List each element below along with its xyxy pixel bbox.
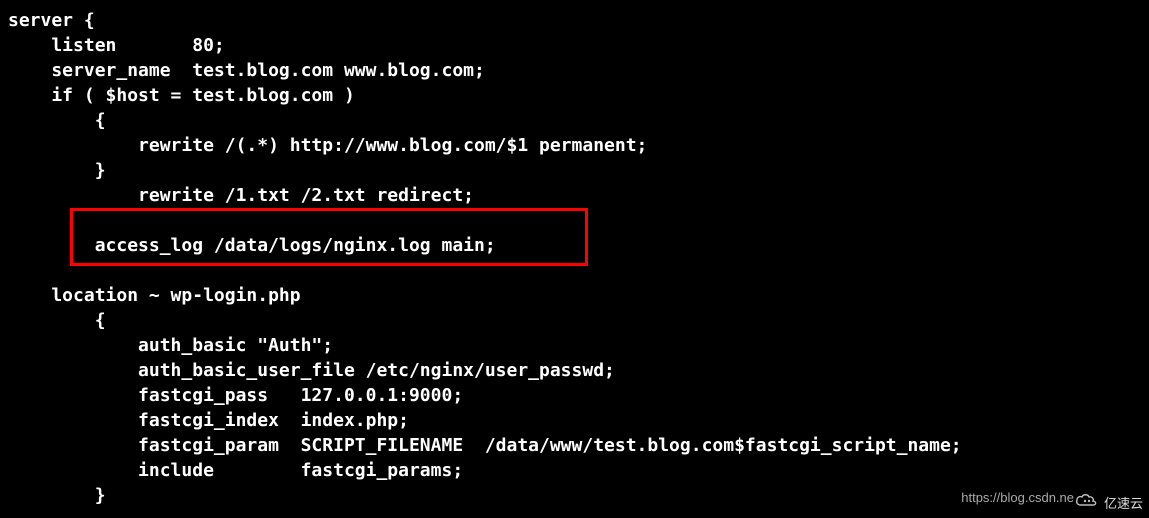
cloud-icon bbox=[1074, 491, 1100, 516]
watermark-brand: 亿速云 bbox=[1104, 491, 1143, 516]
code-line-highlighted: access_log /data/logs/nginx.log main; bbox=[8, 235, 496, 256]
code-line: } bbox=[8, 160, 106, 181]
nginx-config-code: server { listen 80; server_name test.blo… bbox=[0, 0, 1149, 508]
code-line: { bbox=[8, 310, 106, 331]
code-line: auth_basic_user_file /etc/nginx/user_pas… bbox=[8, 360, 615, 381]
code-line: include fastcgi_params; bbox=[8, 460, 463, 481]
code-line: server_name test.blog.com www.blog.com; bbox=[8, 60, 485, 81]
code-line: } bbox=[8, 485, 106, 506]
code-line: server { bbox=[8, 10, 95, 31]
code-line: location ~ wp-login.php bbox=[8, 285, 301, 306]
code-line: rewrite /1.txt /2.txt redirect; bbox=[8, 185, 474, 206]
code-line: auth_basic "Auth"; bbox=[8, 335, 333, 356]
code-line: fastcgi_pass 127.0.0.1:9000; bbox=[8, 385, 463, 406]
watermark-logo: 亿速云 bbox=[1074, 491, 1143, 516]
code-line: listen 80; bbox=[8, 35, 225, 56]
code-line: if ( $host = test.blog.com ) bbox=[8, 85, 355, 106]
code-line: fastcgi_index index.php; bbox=[8, 410, 409, 431]
code-line: rewrite /(.*) http://www.blog.com/$1 per… bbox=[8, 135, 647, 156]
code-line: { bbox=[8, 110, 106, 131]
watermark-url: https://blog.csdn.ne bbox=[961, 485, 1074, 510]
code-line: fastcgi_param SCRIPT_FILENAME /data/www/… bbox=[8, 435, 962, 456]
